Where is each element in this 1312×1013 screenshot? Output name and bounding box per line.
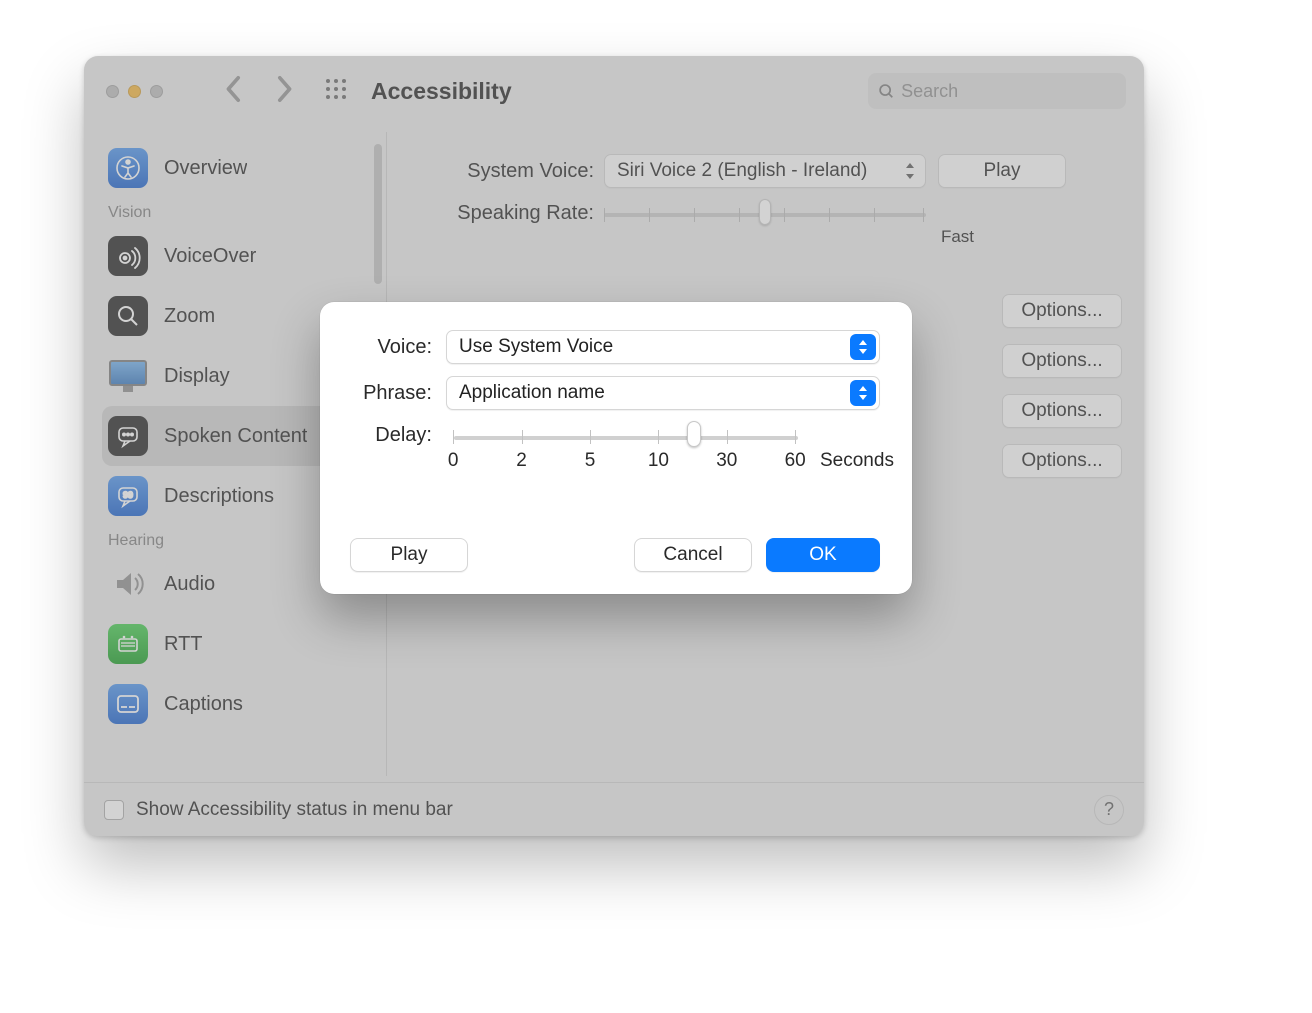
display-icon [108,356,148,396]
window-footer: Show Accessibility status in menu bar ? [84,782,1144,836]
status-checkbox-label: Show Accessibility status in menu bar [136,799,453,821]
scrollbar-thumb[interactable] [374,144,382,284]
system-voice-label: System Voice: [424,160,594,183]
options-button-3[interactable]: Options... [1002,394,1122,428]
phrase-value: Application name [459,382,605,404]
minimize-window-button[interactable] [128,85,141,98]
chevron-updown-icon [850,334,876,360]
voice-label: Voice: [350,336,432,359]
sidebar-item-overview[interactable]: Overview [102,138,368,198]
zoom-icon [108,296,148,336]
chevron-updown-icon [850,380,876,406]
nav-back-button[interactable] [225,75,243,108]
search-input[interactable] [901,81,1116,102]
zoom-window-button[interactable] [150,85,163,98]
delay-slider-thumb[interactable] [687,421,701,447]
delay-slider[interactable] [446,426,806,448]
options-button-2[interactable]: Options... [1002,344,1122,378]
delay-tick-10: 10 [648,450,669,472]
window-title: Accessibility [371,78,512,105]
show-all-icon[interactable] [325,78,347,105]
voice-value: Use System Voice [459,336,613,358]
phrase-label: Phrase: [350,382,432,405]
delay-tick-5: 5 [585,450,596,472]
sidebar-item-label: Display [164,365,230,388]
sidebar-item-rtt[interactable]: RTT [102,614,368,674]
speaking-rate-slider[interactable] [604,203,926,225]
sidebar-item-label: Audio [164,573,215,596]
sidebar-item-label: RTT [164,633,203,656]
system-voice-value: Siri Voice 2 (English - Ireland) [617,160,867,182]
options-button-4[interactable]: Options... [1002,444,1122,478]
sidebar-item-voiceover[interactable]: VoiceOver [102,226,368,286]
search-icon [878,82,895,101]
rate-fast-label: Fast [941,227,974,247]
help-button[interactable]: ? [1094,795,1124,825]
help-icon: ? [1104,799,1114,820]
delay-tick-30: 30 [716,450,737,472]
search-field[interactable] [868,73,1126,109]
close-window-button[interactable] [106,85,119,98]
spoken-content-icon [108,416,148,456]
options-button-1[interactable]: Options... [1002,294,1122,328]
modal-play-button[interactable]: Play [350,538,468,572]
sidebar-item-label: VoiceOver [164,245,256,268]
delay-label: Delay: [350,424,432,447]
ok-button[interactable]: OK [766,538,880,572]
delay-tick-2: 2 [516,450,527,472]
slider-thumb[interactable] [759,199,771,225]
phrase-dropdown[interactable]: Application name [446,376,880,410]
sidebar-item-captions[interactable]: Captions [102,674,368,734]
delay-tick-0: 0 [448,450,459,472]
sidebar-header-vision: Vision [102,198,386,226]
audio-icon [108,564,148,604]
sidebar-item-label: Zoom [164,305,215,328]
sidebar-item-label: Captions [164,693,243,716]
announcement-options-sheet: Voice: Use System Voice Phrase: Applicat… [320,302,912,594]
window-controls [106,85,163,98]
sidebar-item-label: Overview [164,157,247,180]
voice-dropdown[interactable]: Use System Voice [446,330,880,364]
sidebar-item-label: Descriptions [164,485,274,508]
accessibility-icon [108,148,148,188]
system-voice-dropdown[interactable]: Siri Voice 2 (English - Ireland) [604,154,926,188]
svg-text:99: 99 [123,490,133,500]
voiceover-icon [108,236,148,276]
play-button[interactable]: Play [938,154,1066,188]
chevron-updown-icon [897,157,923,185]
descriptions-icon: 99 [108,476,148,516]
status-checkbox[interactable] [104,800,124,820]
delay-tick-60: 60 [785,450,806,472]
rtt-icon [108,624,148,664]
captions-icon [108,684,148,724]
speaking-rate-label: Speaking Rate: [424,202,594,225]
sidebar-item-label: Spoken Content [164,425,307,448]
toolbar: Accessibility [84,56,1144,126]
cancel-button[interactable]: Cancel [634,538,752,572]
nav-forward-button[interactable] [275,75,293,108]
